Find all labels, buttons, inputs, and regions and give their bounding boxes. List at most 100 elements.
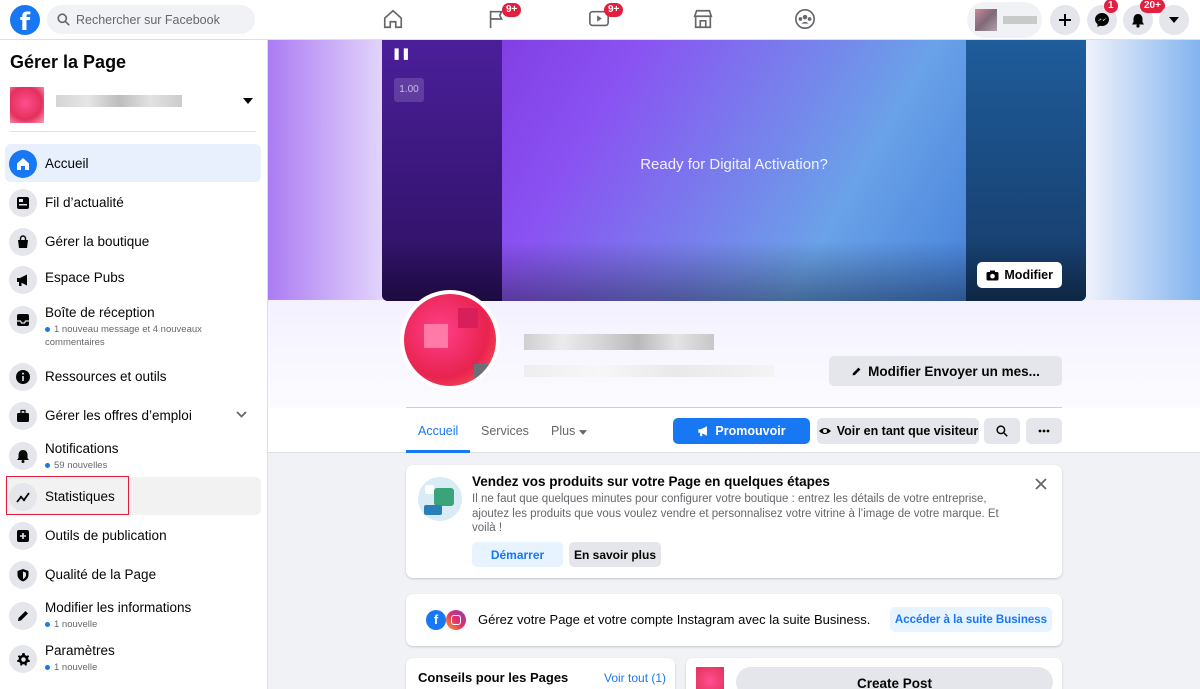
messenger-icon — [1095, 13, 1109, 27]
edit-cover-button[interactable]: Modifier — [977, 262, 1062, 288]
pencil-icon — [9, 602, 37, 630]
divider — [10, 131, 256, 132]
sidebar-item-label: Gérer les offres d’emploi — [45, 408, 192, 423]
info-icon — [9, 363, 37, 391]
pages-badge: 9+ — [502, 3, 522, 17]
promote-label: Promouvoir — [715, 424, 786, 438]
highlight-box — [6, 476, 129, 515]
search-input[interactable]: Rechercher sur Facebook — [47, 5, 255, 34]
plus-icon — [1059, 14, 1071, 26]
instagram-icon — [446, 610, 466, 630]
shield-icon — [9, 561, 37, 589]
pause-icon[interactable]: ❚❚ — [392, 47, 410, 60]
profile-shortcut[interactable] — [967, 2, 1042, 38]
page-avatar — [696, 667, 724, 689]
sidebar-title: Gérer la Page — [10, 52, 127, 72]
view-as-visitor-label: Voir en tant que visiteur — [836, 424, 979, 438]
edit-info-count: 1 nouvelle — [54, 619, 98, 630]
sidebar-item-notifications[interactable]: Notifications 59 nouvelles — [5, 436, 261, 476]
unread-dot — [45, 326, 50, 332]
edit-send-message-button[interactable]: Modifier Envoyer un mes... — [829, 356, 1062, 386]
view-as-visitor-button[interactable]: Voir en tant que visiteur — [817, 418, 979, 444]
inbox-icon — [9, 306, 37, 334]
sidebar-item-shop[interactable]: Gérer la boutique — [5, 222, 261, 260]
tips-card-title: Conseils pour les Pages — [418, 670, 569, 685]
manage-page-sidebar: Gérer la Page Accueil Fil d’actualité Gé… — [0, 40, 268, 689]
unread-dot — [45, 621, 50, 627]
sidebar-item-settings[interactable]: Paramètres 1 nouvelle — [5, 639, 261, 679]
profile-picture[interactable] — [400, 290, 500, 390]
eye-icon — [818, 428, 831, 434]
publishing-tools-icon — [9, 522, 37, 550]
account-menu-button[interactable] — [1159, 5, 1189, 35]
sidebar-item-label: Boîte de réception — [45, 305, 155, 320]
search-page-button[interactable] — [984, 418, 1020, 444]
nav-groups-icon[interactable] — [794, 8, 818, 32]
sidebar-item-newsfeed[interactable]: Fil d’actualité — [5, 183, 261, 221]
sidebar-item-jobs[interactable]: Gérer les offres d’emploi — [5, 396, 261, 434]
learn-more-button[interactable]: En savoir plus — [569, 542, 661, 567]
sidebar-item-sub: 1 nouvelle — [45, 618, 191, 631]
more-options-button[interactable] — [1026, 418, 1062, 444]
sidebar-item-label: Qualité de la Page — [45, 567, 157, 582]
nav-watch-icon[interactable]: 9+ — [588, 3, 624, 32]
messenger-badge: 1 — [1104, 0, 1118, 13]
blurred-name — [1003, 16, 1037, 24]
nav-marketplace-icon[interactable] — [692, 8, 716, 32]
camera-icon — [986, 270, 999, 280]
close-icon[interactable] — [1034, 477, 1048, 491]
shopping-bag-icon — [9, 228, 37, 256]
sidebar-item-label: Notifications — [45, 441, 119, 456]
settings-count: 1 nouvelle — [54, 662, 98, 673]
sidebar-item-resources[interactable]: Ressources et outils — [5, 357, 261, 395]
bell-icon — [1132, 13, 1144, 28]
sidebar-item-label: Modifier les informations — [45, 600, 192, 615]
nav-pages-flag-icon[interactable]: 9+ — [486, 3, 522, 32]
search-icon — [996, 425, 1008, 437]
caret-down-icon — [243, 98, 253, 104]
page-tips-card: Conseils pour les Pages Voir tout (1) — [406, 658, 675, 689]
blurred-page-name — [56, 95, 182, 107]
start-shop-button[interactable]: Démarrer — [472, 542, 563, 567]
shop-card-text: Il ne faut que quelques minutes pour con… — [472, 493, 999, 534]
pencil-icon — [852, 367, 861, 375]
shop-card-title: Vendez vos produits sur votre Page en qu… — [472, 474, 830, 489]
sidebar-item-accueil[interactable]: Accueil — [5, 144, 261, 182]
create-post-button[interactable]: Create Post — [736, 667, 1053, 689]
nav-home-icon[interactable] — [382, 8, 406, 32]
shop-setup-card: Vendez vos produits sur votre Page en qu… — [406, 465, 1062, 578]
messenger-button[interactable]: 1 — [1087, 0, 1118, 35]
tab-services[interactable]: Services — [481, 424, 529, 438]
search-icon — [57, 13, 70, 26]
page-avatar — [10, 87, 44, 123]
cover-video[interactable]: ❚❚ 1.00 Ready for Digital Activation? Mo… — [382, 40, 1086, 301]
business-suite-link[interactable]: Accéder à la suite Business — [890, 607, 1052, 632]
sidebar-item-ads[interactable]: Espace Pubs — [5, 260, 261, 296]
top-navigation-bar: f Rechercher sur Facebook 9+ 9+ 1 20+ — [0, 0, 1200, 40]
see-all-link[interactable]: Voir tout (1) — [604, 671, 666, 685]
sidebar-item-inbox[interactable]: Boîte de réception 1 nouveau message et … — [5, 298, 261, 354]
gear-icon — [9, 645, 37, 673]
tab-plus[interactable]: Plus — [551, 424, 587, 438]
notifications-button[interactable]: 20+ — [1123, 0, 1165, 35]
page-selector[interactable] — [10, 85, 255, 123]
playback-speed[interactable]: 1.00 — [394, 78, 424, 102]
sidebar-item-label: Accueil — [45, 156, 89, 171]
unread-dot — [45, 664, 50, 670]
cover-caption: Ready for Digital Activation? — [640, 156, 828, 173]
sidebar-item-label: Espace Pubs — [45, 270, 125, 285]
watch-badge: 9+ — [604, 3, 624, 17]
facebook-logo-icon[interactable]: f — [10, 5, 40, 36]
active-tab-indicator — [406, 450, 470, 453]
notifications-count: 59 nouvelles — [54, 460, 108, 471]
more-icon — [1038, 429, 1050, 433]
search-placeholder: Rechercher sur Facebook — [76, 12, 220, 27]
sidebar-item-page-quality[interactable]: Qualité de la Page — [5, 555, 261, 593]
business-suite-card: f Gérez votre Page et votre compte Insta… — [406, 594, 1062, 646]
tab-accueil[interactable]: Accueil — [418, 424, 458, 438]
tab-plus-label: Plus — [551, 424, 576, 438]
sidebar-item-edit-info[interactable]: Modifier les informations 1 nouvelle — [5, 596, 261, 636]
promote-button[interactable]: Promouvoir — [673, 418, 810, 444]
create-button[interactable] — [1050, 5, 1080, 35]
sidebar-item-publishing-tools[interactable]: Outils de publication — [5, 516, 261, 554]
